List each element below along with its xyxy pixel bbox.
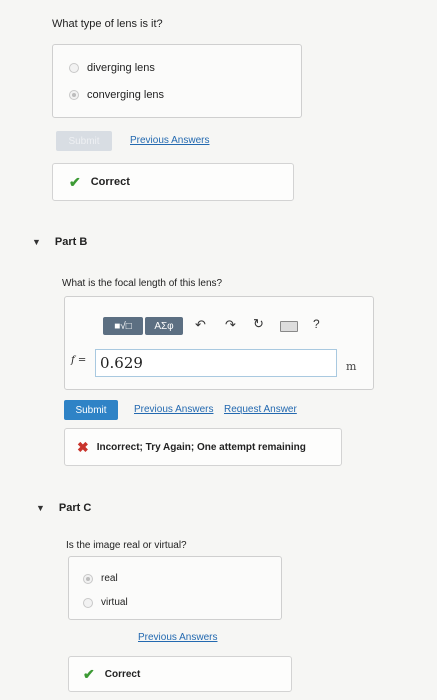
undo-icon[interactable]: ↶ [195,317,206,333]
part-b-submit-button[interactable]: Submit [64,400,118,420]
keyboard-icon[interactable] [280,321,298,332]
collapse-caret-icon[interactable]: ▼ [32,237,41,247]
part-b-answer-panel: ■√□ AΣφ ↶ ↷ ↻ ? f = 0.629 [64,296,374,390]
part-c-previous-answers-link[interactable]: Previous Answers [138,632,217,643]
part-a-previous-answers-link[interactable]: Previous Answers [130,135,209,146]
part-c-options-panel: real virtual [68,556,282,620]
part-c-header[interactable]: ▼ Part C [36,502,91,514]
unit-label: m [346,360,357,373]
feedback-text: Correct [104,668,141,680]
option-label: converging lens [87,89,165,101]
part-b-feedback: ✖ Incorrect; Try Again; One attempt rema… [64,428,342,466]
request-answer-link[interactable]: Request Answer [224,404,297,415]
part-b-previous-answers-link[interactable]: Previous Answers [134,404,213,415]
redo-icon[interactable]: ↷ [225,317,236,333]
answer-input[interactable]: 0.629 [95,349,337,377]
option-diverging-lens[interactable]: diverging lens [69,62,155,74]
collapse-caret-icon[interactable]: ▼ [36,503,45,513]
part-title: Part B [54,236,88,248]
feedback-text: Incorrect; Try Again; One attempt remain… [96,441,306,453]
part-a-feedback: ✔ Correct [52,163,294,201]
part-c-question: Is the image real or virtual? [66,540,187,551]
part-title: Part C [58,502,92,514]
option-converging-lens[interactable]: converging lens [69,89,164,101]
reset-icon[interactable]: ↻ [253,316,264,332]
part-b-header[interactable]: ▼ Part B [32,236,87,248]
option-real[interactable]: real [83,573,118,584]
option-label: real [101,573,118,584]
option-label: virtual [101,597,128,608]
part-a-question: What type of lens is it? [52,18,163,30]
radio-checked-icon[interactable] [69,90,79,100]
radio-unchecked-icon[interactable] [69,63,79,73]
x-icon: ✖ [77,438,89,455]
check-icon: ✔ [83,665,95,682]
part-c-feedback: ✔ Correct [68,656,292,692]
radio-unchecked-icon[interactable] [83,597,93,608]
templates-button[interactable]: ■√□ [103,317,143,335]
part-b-question: What is the focal length of this lens? [62,278,223,289]
feedback-text: Correct [90,176,130,188]
variable-label: f = [71,355,87,366]
part-a-options-panel: diverging lens converging lens [52,44,302,118]
radio-checked-icon[interactable] [83,573,93,584]
option-virtual[interactable]: virtual [83,597,128,608]
option-label: diverging lens [87,62,155,74]
check-icon: ✔ [69,173,81,190]
help-icon[interactable]: ? [313,317,320,331]
part-a-submit-button[interactable]: Submit [56,131,112,151]
symbols-button[interactable]: AΣφ [145,317,183,335]
